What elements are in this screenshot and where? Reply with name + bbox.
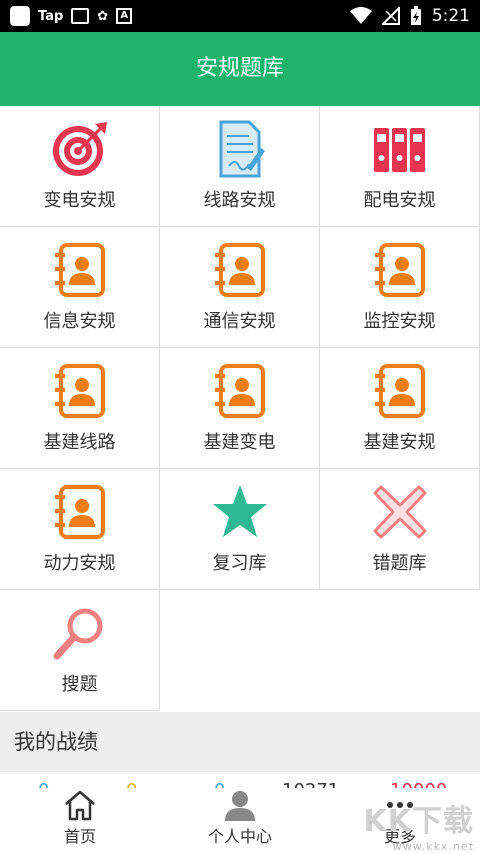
grid-item-label: 配电安规 (363, 190, 436, 211)
grid-item-label: 错题库 (372, 553, 427, 574)
grid-item-search[interactable]: 搜题 (0, 590, 160, 711)
grid-item-information[interactable]: 信息安规 (0, 227, 160, 348)
person-icon (222, 788, 258, 821)
signal-icon (381, 7, 400, 25)
tab-home[interactable]: 首页 (0, 788, 160, 853)
tab-profile[interactable]: 个人中心 (160, 788, 320, 853)
a-box-icon: A (116, 8, 133, 24)
document-pen-icon (211, 120, 269, 178)
contact-book-icon (51, 483, 109, 541)
grid-item-label: 变电安规 (43, 190, 116, 211)
category-grid: 变电安规 线路安规 配电安规 信息安规 通信安规 监控安规 基建线路 基建变电 … (0, 106, 480, 711)
grid-item-construction-substation[interactable]: 基建变电 (160, 348, 320, 469)
grid-item-label: 线路安规 (203, 190, 276, 211)
watermark-text: KK下载 (363, 804, 474, 839)
target-icon (51, 120, 109, 178)
grid-item-power[interactable]: 动力安规 (0, 469, 160, 590)
contact-book-icon (371, 362, 429, 420)
contact-book-icon (211, 362, 269, 420)
watermark: KK下载 www.kkx.net (364, 796, 475, 853)
status-bar: Tap ✿ A 5:21 (0, 0, 480, 32)
binders-icon (371, 120, 429, 178)
app-glyph-icon: ✿ (97, 8, 109, 24)
contact-book-icon (371, 241, 429, 299)
grid-item-label: 复习库 (212, 553, 267, 574)
cross-icon (371, 483, 429, 541)
grid-item-line[interactable]: 线路安规 (160, 106, 320, 227)
grid-item-label: 动力安规 (43, 553, 116, 574)
contact-book-icon (51, 241, 109, 299)
status-time: 5:21 (431, 6, 470, 26)
image-icon (71, 8, 90, 24)
star-icon (211, 483, 269, 541)
grid-item-construction-line[interactable]: 基建线路 (0, 348, 160, 469)
contact-book-icon (51, 362, 109, 420)
grid-item-mistakes[interactable]: 错题库 (320, 469, 480, 590)
grid-item-construction-safety[interactable]: 基建安规 (320, 348, 480, 469)
contact-book-icon (211, 241, 269, 299)
page-title: 安规题库 (195, 56, 284, 81)
my-record-header: 我的战绩 (0, 712, 480, 772)
grid-item-distribution[interactable]: 配电安规 (320, 106, 480, 227)
grid-item-label: 监控安规 (363, 311, 436, 332)
watermark-url: www.kkx.net (392, 840, 474, 853)
app-bar: 安规题库 (0, 32, 480, 106)
grid-item-label: 基建变电 (203, 432, 276, 453)
wifi-icon (349, 7, 372, 24)
grid-item-label: 基建安规 (363, 432, 436, 453)
app-square-icon (10, 6, 30, 26)
grid-item-communication[interactable]: 通信安规 (160, 227, 320, 348)
tab-label: 个人中心 (207, 827, 272, 846)
search-icon (51, 604, 109, 662)
status-app-label: Tap (38, 8, 64, 24)
grid-item-label: 基建线路 (43, 432, 116, 453)
section-title: 我的战绩 (14, 730, 98, 754)
grid-item-label: 信息安规 (43, 311, 116, 332)
grid-item-label: 搜题 (61, 674, 98, 695)
grid-item-review[interactable]: 复习库 (160, 469, 320, 590)
grid-item-substation[interactable]: 变电安规 (0, 106, 160, 227)
tab-label: 首页 (63, 827, 96, 846)
battery-icon (410, 6, 421, 25)
grid-item-label: 通信安规 (203, 311, 276, 332)
home-icon (62, 788, 98, 821)
grid-item-monitoring[interactable]: 监控安规 (320, 227, 480, 348)
